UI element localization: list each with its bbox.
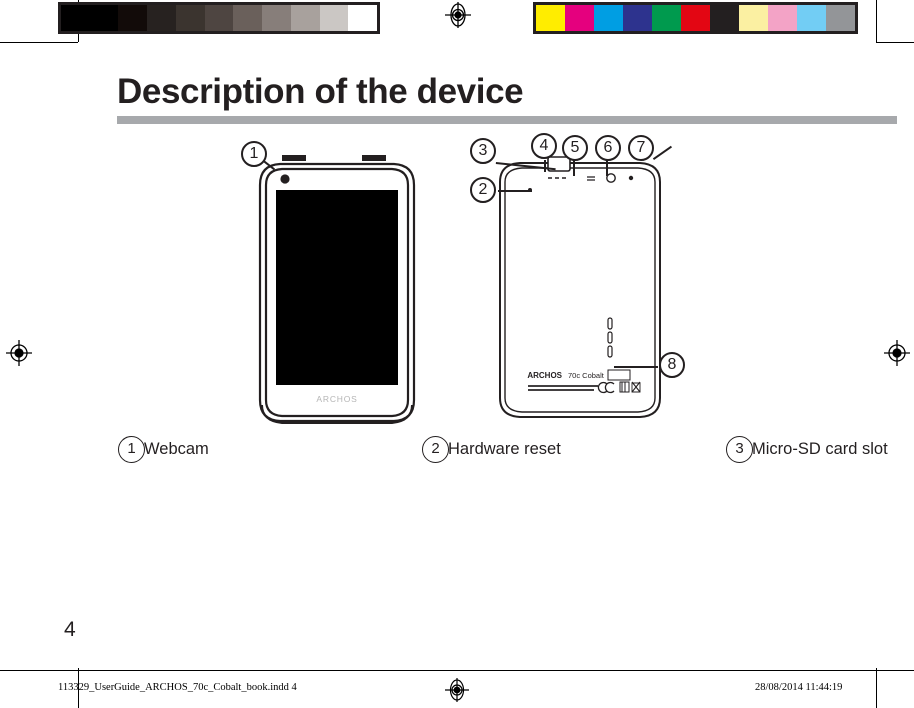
page-number: 4 — [64, 618, 76, 641]
callout-2: 2 — [470, 177, 496, 203]
leader-line-5 — [573, 160, 575, 176]
footer-right-vertical-rule — [876, 668, 877, 708]
legend-item-1: 1 Webcam — [118, 428, 336, 470]
grayscale-swatch-5 — [204, 5, 234, 31]
grayscale-swatch-6 — [233, 5, 263, 31]
color-swatch-10 — [826, 5, 855, 31]
callout-5: 5 — [562, 135, 588, 161]
callout-3: 3 — [470, 138, 496, 164]
footer-filename: 113329_UserGuide_ARCHOS_70c_Cobalt_book.… — [58, 682, 297, 693]
grayscale-swatch-8 — [290, 5, 320, 31]
registration-mark-footer — [445, 678, 469, 702]
callout-7: 7 — [628, 135, 654, 161]
legend-label-2: Hardware reset — [448, 439, 561, 458]
grayscale-swatch-7 — [262, 5, 291, 31]
callout-8: 8 — [659, 352, 685, 378]
grayscale-swatch-10 — [348, 5, 378, 31]
color-swatch-1 — [565, 5, 594, 31]
legend-item-2: 2 Hardware reset — [422, 428, 640, 470]
grayscale-swatch-2 — [118, 5, 148, 31]
callout-6: 6 — [595, 135, 621, 161]
footer-rule — [0, 670, 914, 671]
color-calibration-strip — [533, 2, 858, 34]
color-swatch-4 — [652, 5, 681, 31]
color-swatch-9 — [797, 5, 826, 31]
callout-1: 1 — [241, 141, 267, 167]
device-front-illustration: ARCHOS — [252, 155, 422, 435]
front-brand-logo: ARCHOS — [316, 394, 357, 404]
leader-line-8 — [614, 366, 658, 368]
crop-mark-top-right-horizontal — [876, 42, 914, 43]
callout-4: 4 — [531, 133, 557, 159]
grayscale-swatch-9 — [319, 5, 349, 31]
page-title: Description of the device — [117, 72, 524, 111]
registration-mark-right — [884, 340, 910, 366]
color-swatch-8 — [768, 5, 797, 31]
color-swatch-2 — [594, 5, 623, 31]
legend-label-3: Micro-SD card slot — [752, 439, 888, 458]
leader-line-2 — [498, 190, 532, 192]
color-swatch-3 — [623, 5, 652, 31]
registration-mark-top-center — [445, 2, 471, 28]
grayscale-swatch-3 — [147, 5, 176, 31]
legend-number-2: 2 — [422, 435, 449, 463]
grayscale-calibration-strip — [58, 2, 380, 34]
color-swatch-5 — [681, 5, 710, 31]
color-swatch-7 — [739, 5, 768, 31]
grayscale-swatch-1 — [89, 5, 119, 31]
leader-line-4 — [544, 160, 546, 172]
legend-number-1: 1 — [118, 435, 145, 463]
color-swatch-0 — [536, 5, 565, 31]
legend-number-3: 3 — [726, 435, 753, 463]
back-label-brand: ARCHOS — [527, 371, 562, 380]
registration-mark-left — [6, 340, 32, 366]
grayscale-swatch-4 — [175, 5, 205, 31]
back-label-model: 70c Cobalt — [568, 371, 605, 380]
legend-list: 1 Webcam 2 Hardware reset 3 Micro-SD car… — [118, 428, 888, 470]
color-swatch-6 — [710, 5, 739, 31]
footer-timestamp: 28/08/2014 11:44:19 — [755, 682, 843, 693]
leader-line-6 — [606, 160, 608, 176]
legend-label-1: Webcam — [144, 439, 209, 458]
legend-item-3: 3 Micro-SD card slot — [726, 428, 888, 470]
crop-mark-top-right-vertical — [876, 0, 877, 42]
grayscale-swatch-0 — [61, 5, 90, 31]
title-rule — [117, 116, 897, 124]
crop-mark-top-left-horizontal — [0, 42, 78, 43]
device-back-illustration: ARCHOS 70c Cobalt — [490, 150, 670, 435]
